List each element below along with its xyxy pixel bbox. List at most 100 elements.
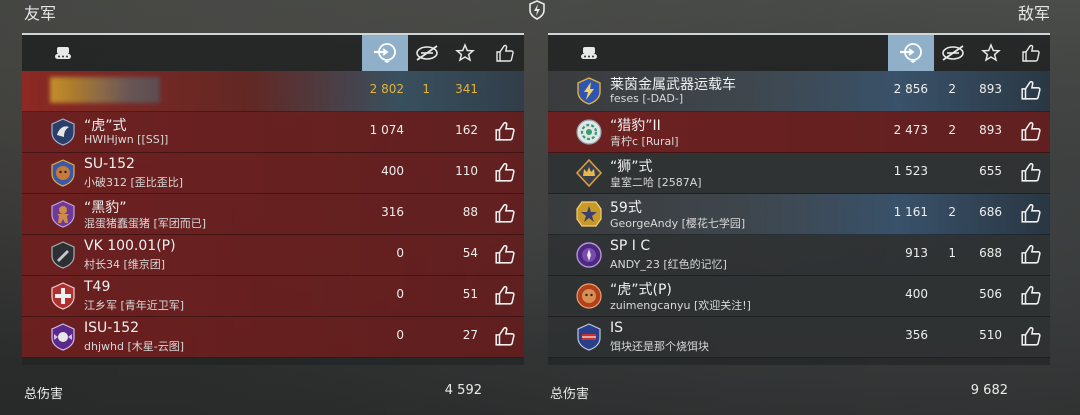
kills-sort-tab[interactable]: [936, 35, 970, 71]
eagle-badge-icon: [51, 118, 75, 146]
kills-value: 2: [948, 123, 956, 137]
tank-name: SU-152: [84, 156, 135, 172]
thumbs-up-icon[interactable]: [494, 161, 516, 183]
xp-value: 893: [979, 82, 1002, 96]
enemy-row-1[interactable]: “猎豹”II 青柠c [Rural] 2 473 2 893: [548, 112, 1050, 153]
thumbs-up-icon[interactable]: [1020, 161, 1042, 183]
blurred-player-identity: [50, 77, 160, 103]
flag-badge-icon: [577, 323, 601, 351]
thumbs-up-icon[interactable]: [494, 325, 516, 347]
thumbs-up-icon[interactable]: [1020, 120, 1042, 142]
enemy-row-6[interactable]: IS 饵块还是那个烧饵块 356 510: [548, 317, 1050, 358]
enemy-panel: 莱茵金属武器运载车 feses [-DAD-] 2 856 2 893 “猎豹”…: [548, 33, 1050, 365]
damage-value: 2 856: [893, 82, 928, 96]
kills-value: 1: [948, 246, 956, 260]
ally-row-3[interactable]: “黑豹” 混蛋猪蠢蛋猪 [军团而已] 316 88: [22, 194, 524, 235]
tank-name: “猎豹”II: [610, 118, 661, 134]
thumbs-up-icon[interactable]: [1020, 284, 1042, 306]
xp-value: 506: [979, 287, 1002, 301]
xp-value: 27: [462, 328, 478, 342]
player-clan: dhjwhd [木星-云图]: [84, 340, 185, 353]
tank-icon[interactable]: [574, 35, 604, 71]
xp-value: 686: [979, 205, 1002, 219]
player-clan: feses [-DAD-]: [610, 92, 684, 105]
lightning-shield-icon: [529, 0, 545, 20]
tank-name: T49: [84, 279, 111, 295]
wing-badge-icon: [51, 323, 75, 351]
enemy-row-3[interactable]: 59式 GeorgeAndy [樱花七学园] 1 161 2 686: [548, 194, 1050, 235]
ally-row-5[interactable]: T49 江乡军 [青年近卫军] 0 51: [22, 276, 524, 317]
damage-gauge-icon: [374, 43, 396, 63]
xp-value: 510: [979, 328, 1002, 342]
damage-sort-tab[interactable]: [362, 35, 408, 71]
player-clan: 村长34 [维京团]: [84, 258, 166, 271]
tank-name: SP I C: [610, 238, 651, 254]
damage-value: 356: [905, 328, 928, 342]
ally-row-1[interactable]: “虎”式 HWIHjwn [[SS]] 1 074 162: [22, 112, 524, 153]
damage-value: 2 473: [893, 123, 928, 137]
ally-row-6[interactable]: ISU-152 dhjwhd [木星-云图] 0 27: [22, 317, 524, 358]
ally-header: [22, 33, 524, 71]
ally-row-4[interactable]: VK 100.01(P) 村长34 [维京团] 0 54: [22, 235, 524, 276]
knight-badge-icon: [576, 242, 602, 268]
thumbs-up-icon[interactable]: [1020, 79, 1042, 101]
ally-team-title: 友军: [24, 4, 57, 23]
player-clan: ANDY_23 [红色的记忆]: [610, 258, 727, 271]
damage-value: 0: [396, 328, 404, 342]
tank-name: ISU-152: [84, 320, 140, 336]
like-sort-tab[interactable]: [492, 35, 518, 71]
thumbs-up-icon[interactable]: [1020, 202, 1042, 224]
ally-panel: 2 802 1 341 “虎”式 HWIHjwn [[SS]] 1 074 16…: [22, 33, 524, 365]
damage-value: 2 802: [369, 82, 404, 96]
thumbs-up-icon[interactable]: [494, 120, 516, 142]
enemy-total-damage-value: 9 682: [970, 383, 1008, 398]
xp-value: 688: [979, 246, 1002, 260]
player-clan: 青柠c [Rural]: [610, 135, 679, 148]
xp-value: 655: [979, 164, 1002, 178]
damage-gauge-icon: [900, 43, 922, 63]
xp-sort-tab[interactable]: [976, 35, 1006, 71]
xp-sort-tab[interactable]: [450, 35, 480, 71]
thumbs-up-icon[interactable]: [1020, 325, 1042, 347]
crossed-icon: [416, 45, 438, 61]
enemy-row-5[interactable]: “虎”式(P) zuimengcanyu [欢迎关注!] 400 506: [548, 276, 1050, 317]
thumbs-up-icon[interactable]: [1020, 243, 1042, 265]
damage-value: 1 074: [369, 123, 404, 137]
enemy-row-4[interactable]: SP I C ANDY_23 [红色的记忆] 913 1 688: [548, 235, 1050, 276]
damage-sort-tab[interactable]: [888, 35, 934, 71]
tank-icon[interactable]: [48, 35, 78, 71]
kills-sort-tab[interactable]: [410, 35, 444, 71]
crown-badge-icon: [575, 158, 603, 188]
thumbs-up-icon[interactable]: [494, 202, 516, 224]
ally-total-damage-value: 4 592: [444, 383, 482, 398]
xp-value: 110: [455, 164, 478, 178]
damage-value: 0: [396, 287, 404, 301]
xp-value: 88: [462, 205, 478, 219]
thumbs-up-icon[interactable]: [494, 243, 516, 265]
xp-value: 162: [455, 123, 478, 137]
player-clan: 江乡军 [青年近卫军]: [84, 299, 185, 312]
like-sort-tab[interactable]: [1018, 35, 1044, 71]
damage-value: 316: [381, 205, 404, 219]
enemy-row-0[interactable]: 莱茵金属武器运载车 feses [-DAD-] 2 856 2 893: [548, 71, 1050, 112]
player-clan: 小破312 [歪比歪比]: [84, 176, 184, 189]
wreath-badge-icon: [576, 119, 602, 145]
kills-value: 2: [948, 82, 956, 96]
thumbs-up-icon: [1022, 44, 1040, 62]
tank-name: “黑豹”: [84, 200, 127, 216]
tank-name: 59式: [610, 200, 642, 216]
ally-total-damage-label: 总伤害: [24, 387, 64, 402]
damage-value: 400: [381, 164, 404, 178]
star-badge-icon: [576, 201, 602, 227]
kills-value: 2: [948, 205, 956, 219]
ally-row-0[interactable]: 2 802 1 341: [22, 71, 524, 112]
xp-value: 341: [455, 82, 478, 96]
ally-row-2[interactable]: SU-152 小破312 [歪比歪比] 400 110: [22, 153, 524, 194]
damage-value: 0: [396, 246, 404, 260]
thumbs-up-icon[interactable]: [494, 284, 516, 306]
enemy-row-2[interactable]: “狮”式 皇室二哈 [2587A] 1 523 655: [548, 153, 1050, 194]
damage-value: 1 161: [893, 205, 928, 219]
crossed-icon: [942, 45, 964, 61]
xp-value: 51: [462, 287, 478, 301]
player-clan: 皇室二哈 [2587A]: [610, 176, 702, 189]
